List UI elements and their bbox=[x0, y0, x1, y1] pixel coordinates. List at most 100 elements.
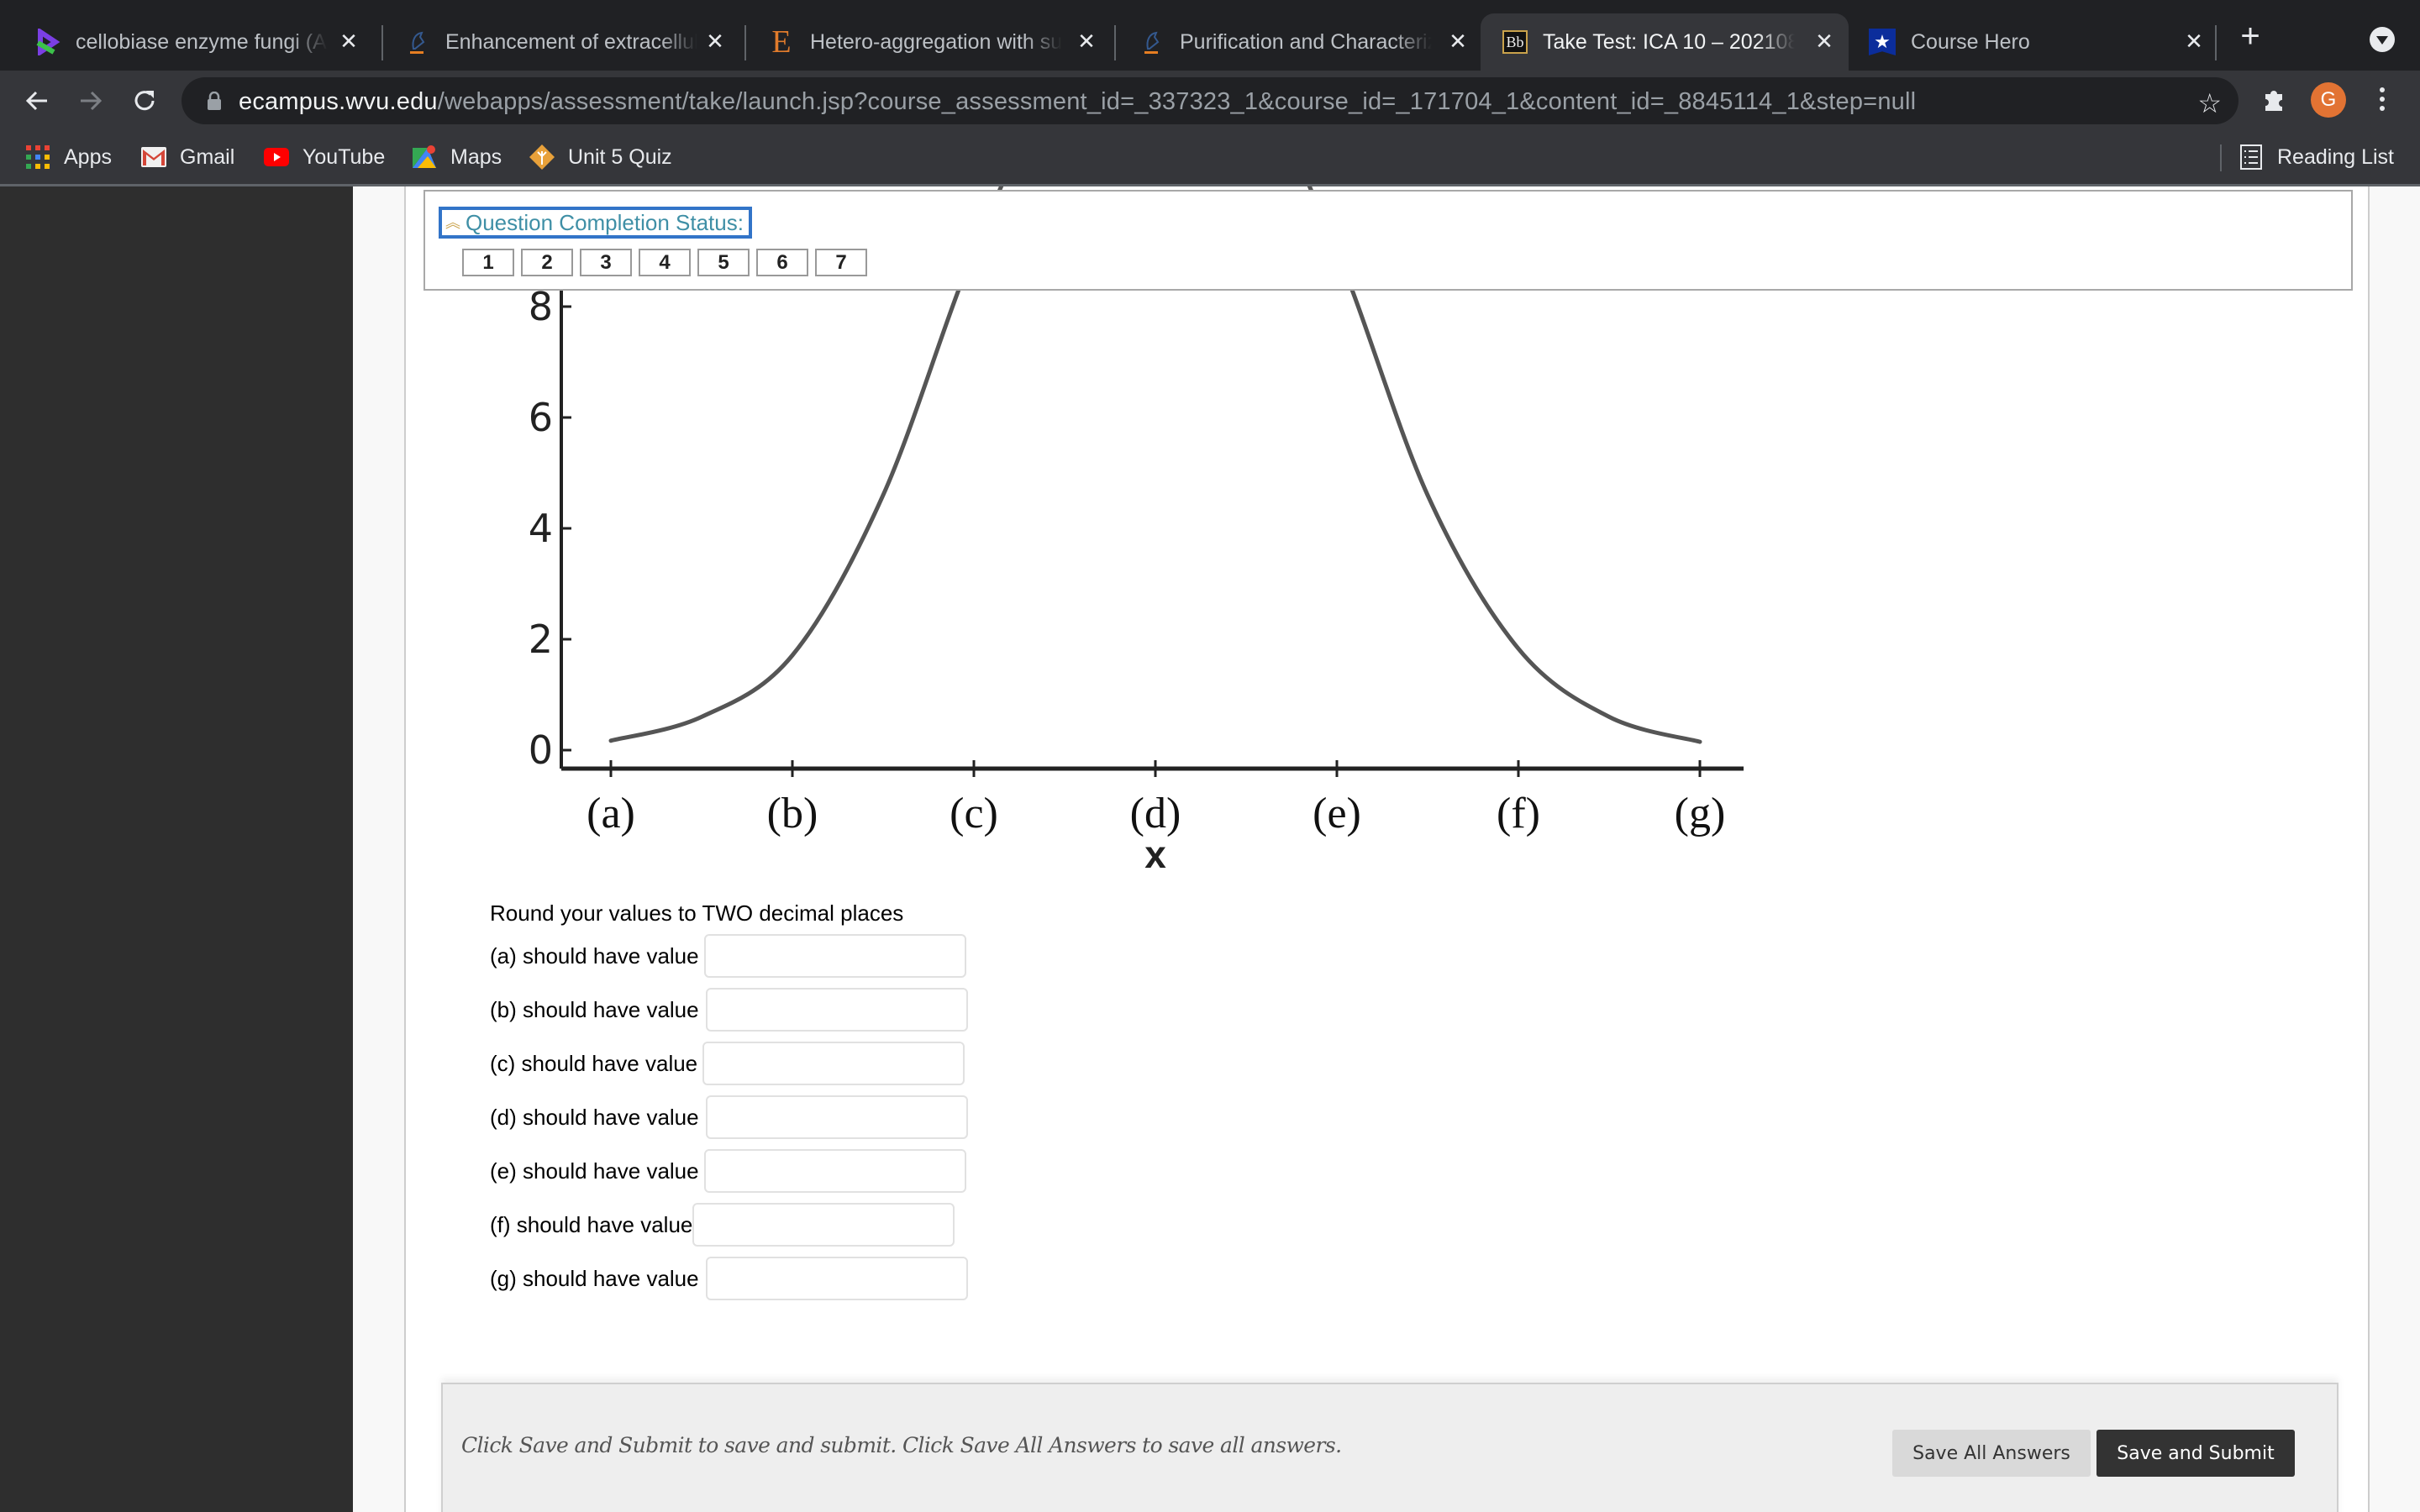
reading-list-button[interactable]: Reading List bbox=[2238, 144, 2394, 170]
new-tab-button[interactable]: + bbox=[2235, 19, 2265, 53]
course-hero-star-icon: ★ bbox=[1869, 29, 1896, 55]
answer-input-e[interactable] bbox=[703, 1149, 966, 1193]
reading-list-icon bbox=[2238, 144, 2264, 170]
answer-input-f[interactable] bbox=[692, 1203, 955, 1247]
bookmark-label: Gmail bbox=[180, 144, 235, 169]
browser-toolbar: ecampus.wvu.edu/webapps/assessment/take/… bbox=[0, 71, 2420, 128]
address-bar[interactable]: ecampus.wvu.edu/webapps/assessment/take/… bbox=[182, 77, 2238, 124]
tab-title: Take Test: ICA 10 – 202108 bbox=[1543, 29, 1795, 54]
answer-label: (e) should have value bbox=[490, 1158, 699, 1184]
question-number-1[interactable]: 1 bbox=[462, 249, 514, 276]
answer-label: (b) should have value bbox=[490, 996, 699, 1022]
tab-take-test[interactable]: Bb Take Test: ICA 10 – 202108 ✕ bbox=[1481, 13, 1849, 71]
youtube-icon bbox=[264, 144, 289, 170]
forward-button[interactable] bbox=[74, 84, 108, 118]
x-category-label: (c) bbox=[950, 790, 998, 837]
lock-icon[interactable] bbox=[207, 91, 222, 114]
bookmark-star-icon[interactable]: ☆ bbox=[2197, 87, 2222, 119]
submit-bar: Click Save and Submit to save and submit… bbox=[441, 1383, 2338, 1512]
bookmarks-separator bbox=[2220, 144, 2222, 171]
question-number-4[interactable]: 4 bbox=[639, 249, 691, 276]
profile-avatar[interactable]: G bbox=[2311, 82, 2346, 118]
answer-input-d[interactable] bbox=[705, 1095, 968, 1139]
bookmark-label: YouTube bbox=[302, 144, 386, 169]
tab-purification[interactable]: Purification and Characteriz ✕ bbox=[1119, 13, 1482, 71]
save-all-answers-button[interactable]: Save All Answers bbox=[1892, 1430, 2091, 1477]
url-host: ecampus.wvu.edu bbox=[239, 88, 438, 115]
url-text[interactable]: ecampus.wvu.edu/webapps/assessment/take/… bbox=[239, 88, 1916, 116]
question-number-7[interactable]: 7 bbox=[815, 249, 867, 276]
reload-button[interactable] bbox=[128, 84, 161, 118]
bookmark-youtube[interactable]: YouTube bbox=[264, 144, 385, 170]
close-tab-icon[interactable]: ✕ bbox=[2181, 29, 2207, 54]
x-category-label: (b) bbox=[767, 790, 818, 837]
left-sidebar bbox=[0, 186, 353, 1512]
question-completion-status-toggle[interactable]: ︽ Question Completion Status: bbox=[439, 207, 752, 239]
x-category-label: (a) bbox=[587, 790, 635, 837]
back-button[interactable] bbox=[20, 84, 54, 118]
answer-label: (c) should have value bbox=[490, 1050, 698, 1076]
tab-separator bbox=[1114, 25, 1116, 60]
tab-title: Purification and Characteriz bbox=[1180, 29, 1432, 54]
reading-list-label: Reading List bbox=[2277, 144, 2394, 169]
close-tab-icon[interactable]: ✕ bbox=[336, 29, 361, 54]
answer-label: (g) should have value bbox=[490, 1265, 699, 1291]
save-and-submit-button[interactable]: Save and Submit bbox=[2096, 1430, 2295, 1477]
answer-input-a[interactable] bbox=[703, 934, 966, 978]
maps-icon bbox=[412, 144, 437, 170]
close-tab-icon[interactable]: ✕ bbox=[1074, 29, 1099, 54]
answer-label: (d) should have value bbox=[490, 1104, 699, 1130]
close-tab-icon[interactable]: ✕ bbox=[702, 29, 728, 54]
tab-hetero-aggregation[interactable]: E Hetero-aggregation with su ✕ bbox=[750, 13, 1111, 71]
letter-e-logo-icon: E bbox=[771, 24, 792, 60]
bookmark-label: Apps bbox=[64, 144, 112, 169]
bookmark-apps[interactable]: Apps bbox=[25, 144, 112, 170]
answer-input-g[interactable] bbox=[705, 1257, 968, 1300]
bookmark-gmail[interactable]: Gmail bbox=[141, 144, 234, 170]
bookmark-unit-5-quiz[interactable]: Unit 5 Quiz bbox=[529, 144, 672, 170]
blackboard-bb-icon: Bb bbox=[1502, 30, 1528, 54]
tab-strip: cellobiase enzyme fungi (AI ✕ Enhancemen… bbox=[0, 0, 2420, 71]
tab-search-icon[interactable] bbox=[2370, 27, 2395, 52]
tab-separator bbox=[2215, 25, 2217, 60]
x-axis-label: x bbox=[1144, 832, 1166, 876]
browser-menu-icon[interactable] bbox=[2378, 84, 2386, 118]
answer-row: (f) should have value bbox=[490, 1203, 955, 1247]
tab-course-hero[interactable]: ★ Course Hero ✕ bbox=[1849, 13, 2218, 71]
answer-input-c[interactable] bbox=[702, 1042, 965, 1085]
gmail-icon bbox=[141, 144, 166, 170]
tab-enhancement[interactable]: Enhancement of extracellul ✕ bbox=[387, 13, 739, 71]
question-number-3[interactable]: 3 bbox=[580, 249, 632, 276]
y-tick-label: 6 bbox=[529, 395, 553, 440]
y-tick-label: 4 bbox=[529, 506, 553, 551]
close-tab-icon[interactable]: ✕ bbox=[1445, 29, 1470, 54]
question-number-2[interactable]: 2 bbox=[521, 249, 573, 276]
question-number-list: 1234567 bbox=[462, 249, 867, 276]
close-tab-icon[interactable]: ✕ bbox=[1812, 29, 1837, 54]
answer-label: (a) should have value bbox=[490, 942, 699, 969]
bookmark-label: Maps bbox=[450, 144, 502, 169]
tab-separator bbox=[744, 25, 746, 60]
answer-row: (c) should have value bbox=[490, 1042, 965, 1085]
colored-arc-logo-icon bbox=[34, 29, 60, 55]
tab-title: Enhancement of extracellul bbox=[445, 29, 697, 54]
x-category-label: (g) bbox=[1675, 790, 1726, 837]
x-category-label: (d) bbox=[1130, 790, 1181, 837]
status-label: Question Completion Status: bbox=[466, 209, 744, 235]
tab-separator bbox=[381, 25, 383, 60]
x-category-label: (f) bbox=[1497, 790, 1540, 837]
knight-logo-icon bbox=[403, 29, 430, 55]
extensions-puzzle-icon[interactable] bbox=[2260, 86, 2287, 117]
bookmark-maps[interactable]: Maps bbox=[412, 144, 502, 170]
x-category-label: (e) bbox=[1313, 790, 1361, 837]
answer-row: (g) should have value bbox=[490, 1257, 968, 1300]
web-page: ︽ Question Completion Status: 1234567 02… bbox=[0, 186, 2420, 1512]
y-tick-label: 8 bbox=[529, 284, 553, 329]
question-number-6[interactable]: 6 bbox=[756, 249, 808, 276]
answer-input-b[interactable] bbox=[705, 988, 968, 1032]
question-number-5[interactable]: 5 bbox=[697, 249, 750, 276]
answer-row: (e) should have value bbox=[490, 1149, 966, 1193]
answer-row: (d) should have value bbox=[490, 1095, 968, 1139]
instructions-text: Round your values to TWO decimal places bbox=[490, 900, 904, 926]
tab-cellobiase[interactable]: cellobiase enzyme fungi (AI ✕ bbox=[20, 13, 373, 71]
